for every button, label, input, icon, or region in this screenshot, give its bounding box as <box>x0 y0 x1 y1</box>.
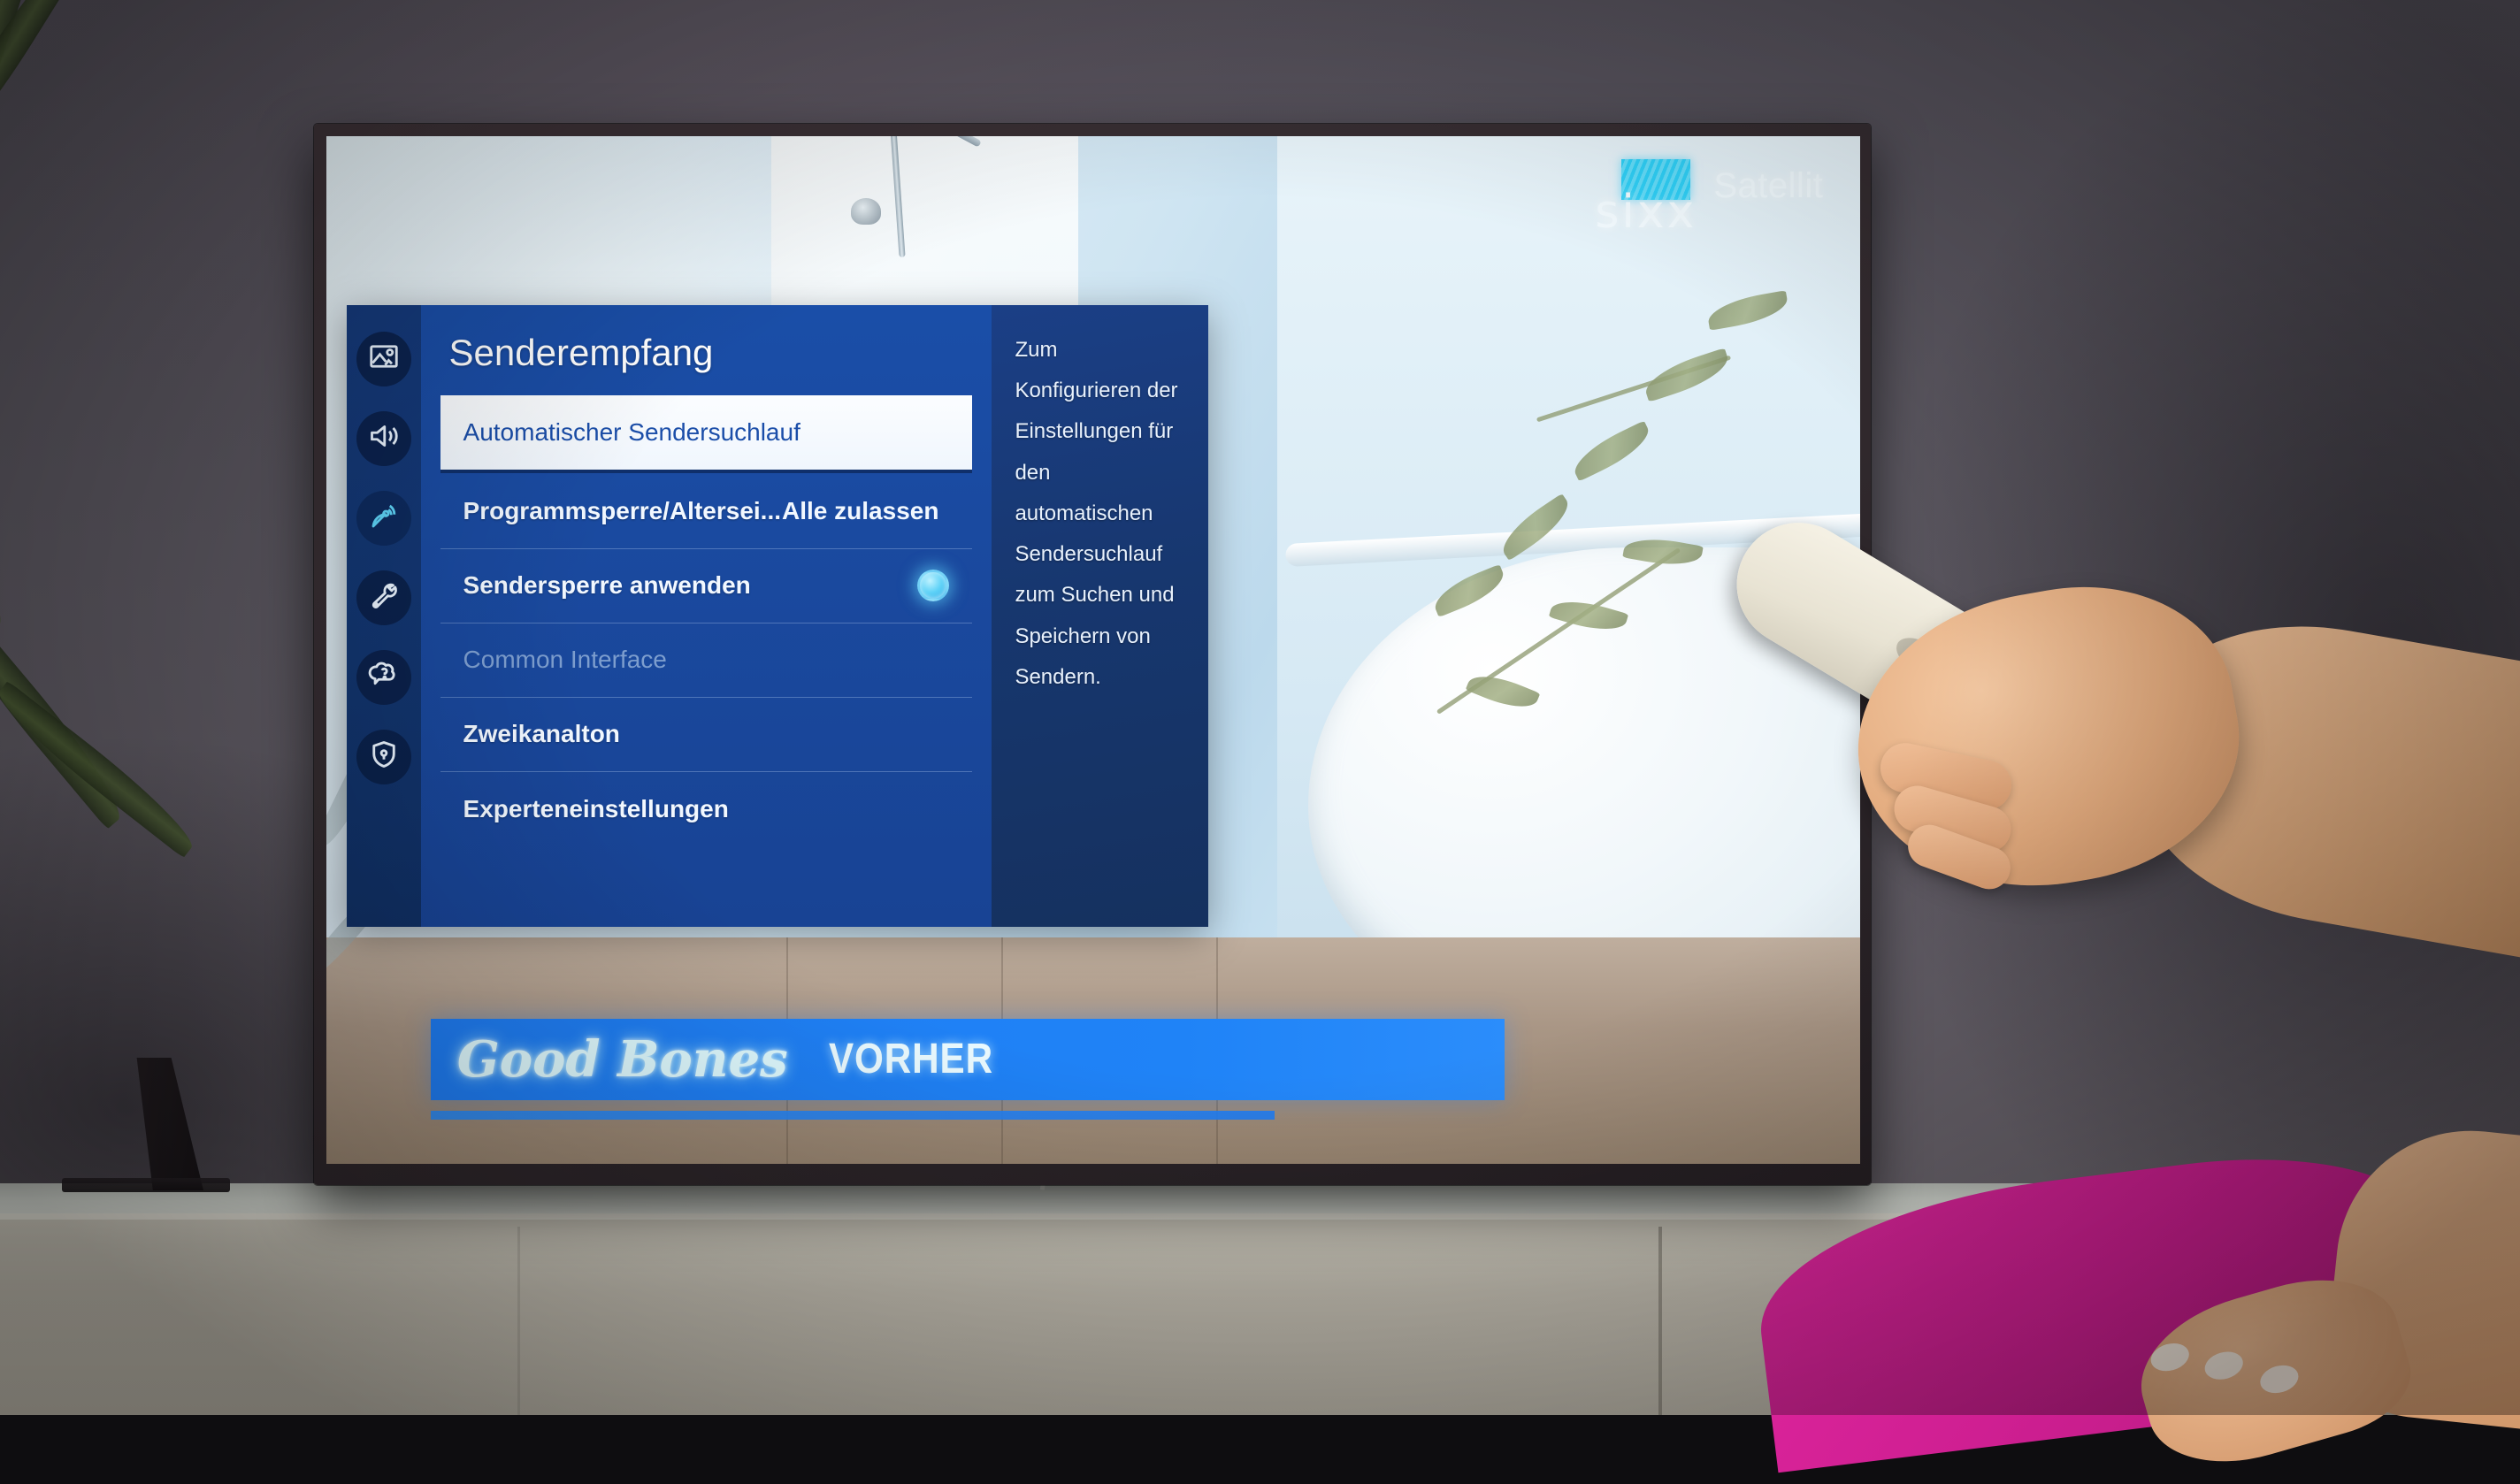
sidebar-item-general[interactable] <box>356 570 411 625</box>
houseplant <box>0 0 336 840</box>
settings-row-dual-sound[interactable]: Zweikanalton <box>440 698 973 772</box>
settings-row-expert-settings[interactable]: Experteneinstellungen <box>440 772 973 846</box>
sidebar-item-sound[interactable] <box>356 411 411 466</box>
settings-row-common-interface: Common Interface <box>440 623 973 698</box>
settings-row-label: Sendersperre anwenden <box>463 571 751 600</box>
banner-underline <box>431 1111 1275 1120</box>
console-drawer-seam <box>1658 1227 1662 1415</box>
show-banner: Good Bones VORHER <box>431 1019 1505 1100</box>
show-segment-tag: VORHER <box>829 1035 993 1083</box>
hand-with-remote <box>1725 531 2520 1026</box>
picture-icon <box>368 340 400 377</box>
settings-row-label: Common Interface <box>463 646 667 674</box>
settings-row-label: Automatischer Sendersuchlauf <box>463 418 800 447</box>
settings-row-value: Alle zulassen <box>782 497 949 525</box>
channel-lock-toggle[interactable] <box>917 570 949 601</box>
settings-list: Automatischer Sendersuchlauf Programmspe… <box>421 395 992 846</box>
settings-row-label: Programmsperre/Altersei... <box>463 497 782 525</box>
tv-screen: sixx Satellit Good Bones VORHER <box>326 136 1860 1164</box>
wrench-icon <box>368 579 400 616</box>
shield-lock-icon <box>368 738 400 775</box>
shower-head-icon <box>851 198 881 225</box>
help-panel: Zum Konfigurieren der Einstellungen für … <box>992 305 1208 927</box>
sidebar-item-support[interactable] <box>356 650 411 705</box>
settings-row-label: Experteneinstellungen <box>463 795 729 823</box>
support-bubble-icon <box>368 659 400 695</box>
help-text: Zum Konfigurieren der Einstellungen für … <box>1015 330 1185 699</box>
tv-stand-base <box>62 1178 230 1192</box>
sidebar-item-broadcast[interactable] <box>356 491 411 546</box>
room-scene: sixx Satellit Good Bones VORHER <box>0 0 2520 1415</box>
page-title: Senderempfang <box>421 326 992 395</box>
settings-menu: Senderempfang Automatischer Sendersuchla… <box>347 305 1209 927</box>
sound-icon <box>368 420 400 456</box>
sidebar-item-privacy[interactable] <box>356 730 411 784</box>
television: sixx Satellit Good Bones VORHER <box>314 124 1871 1185</box>
sixx-wordmark: sixx <box>1595 186 1697 239</box>
sixx-logo: sixx <box>1595 159 1701 241</box>
console-drawer-seam-2 <box>517 1227 520 1415</box>
settings-sidebar <box>347 305 421 927</box>
channel-logo-group: sixx Satellit <box>1595 159 1823 241</box>
settings-row-label: Zweikanalton <box>463 720 620 748</box>
broadcast-dish-icon <box>368 500 400 536</box>
settings-row-program-lock[interactable]: Programmsperre/Altersei... Alle zulassen <box>440 475 973 549</box>
settings-row-channel-lock[interactable]: Sendersperre anwenden <box>440 549 973 623</box>
sidebar-item-picture[interactable] <box>356 332 411 386</box>
signal-source-label: Satellit <box>1713 166 1823 206</box>
settings-row-auto-tuning[interactable]: Automatischer Sendersuchlauf <box>440 395 973 470</box>
show-title: Good Bones <box>457 1030 788 1089</box>
settings-panel: Senderempfang Automatischer Sendersuchla… <box>421 305 992 927</box>
